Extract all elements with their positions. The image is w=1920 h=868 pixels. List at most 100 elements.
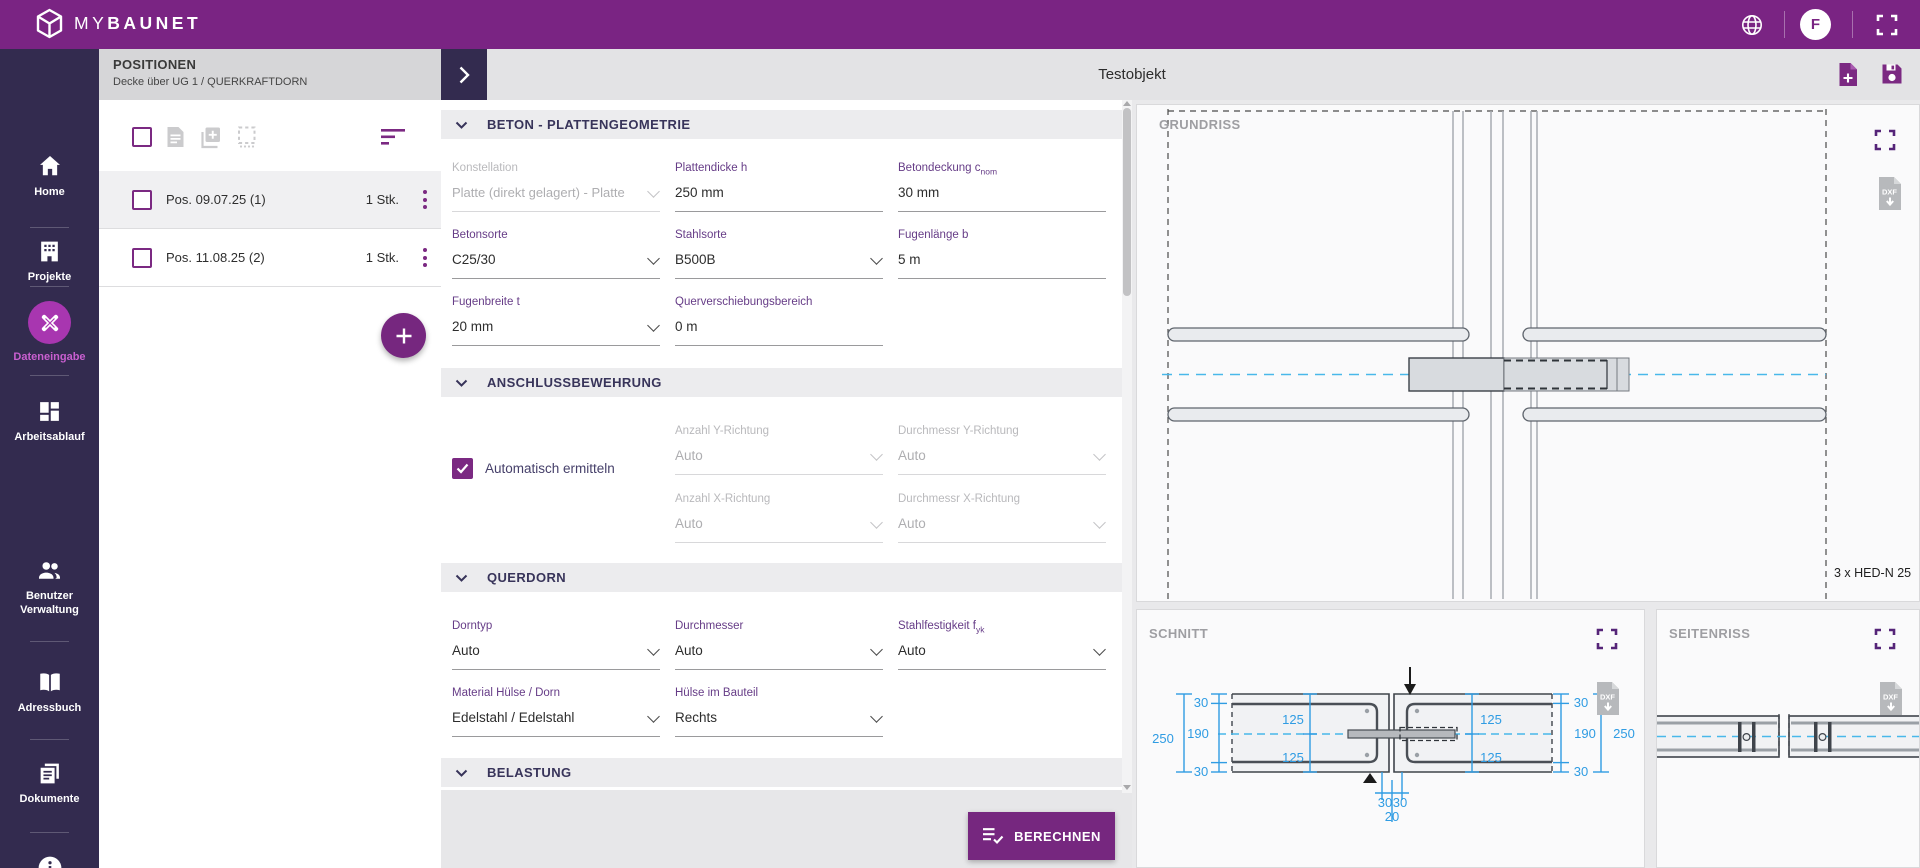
row-menu-icon[interactable] (423, 190, 427, 209)
sidebar-item-label: Arbeitsablauf (8, 431, 90, 445)
section-header-anschlussbewehrung[interactable]: ANSCHLUSSBEWEHRUNG (441, 368, 1122, 397)
chevron-down-icon (455, 379, 468, 387)
stahlfestigkeit-select[interactable]: Auto (898, 643, 1106, 670)
konstellation-select[interactable]: Platte (direkt gelagert) - Platte (452, 185, 660, 212)
automatisch-ermitteln-checkbox[interactable] (452, 458, 473, 479)
sidebar-item-label: Projekte (22, 271, 77, 285)
betonsorte-select[interactable]: C25/30 (452, 252, 660, 279)
chevron-down-icon (455, 121, 468, 129)
section-header-querdorn[interactable]: QUERDORN (441, 563, 1122, 592)
field-label: Anzahl X-Richtung (675, 493, 883, 507)
material-select[interactable]: Edelstahl / Edelstahl (452, 710, 660, 737)
dxf-download-icon[interactable]: DXF (1595, 682, 1621, 715)
new-position-icon[interactable] (165, 126, 186, 148)
expand-panel-icon[interactable] (1874, 129, 1896, 151)
row-menu-icon[interactable] (423, 248, 427, 267)
topbar-divider (1784, 11, 1785, 38)
sidebar-item-dateneingabe[interactable]: Dateneingabe (0, 301, 99, 365)
paste-position-icon[interactable] (235, 125, 259, 149)
chevron-down-icon (455, 769, 468, 777)
durchmesser-select[interactable]: Auto (675, 643, 883, 670)
svg-text:30: 30 (1574, 695, 1588, 710)
expand-panel-icon[interactable] (1596, 628, 1618, 650)
topbar-divider (1852, 11, 1853, 38)
field-label: Durchmessr Y-Richtung (898, 425, 1106, 439)
sidebar-item-home[interactable]: Home (0, 153, 99, 200)
svg-text:30: 30 (1194, 764, 1208, 779)
chevron-down-icon (870, 516, 883, 529)
durchmesser-x-select[interactable]: Auto (898, 516, 1106, 543)
add-position-button[interactable] (381, 313, 426, 358)
svg-text:30: 30 (1378, 795, 1392, 810)
input-form-panel: BETON - PLATTENGEOMETRIE Konstellation P… (441, 100, 1132, 868)
position-row[interactable]: Pos. 09.07.25 (1) 1 Stk. (99, 171, 441, 229)
sidebar-divider (30, 375, 69, 376)
duplicate-position-icon[interactable] (199, 126, 222, 149)
field-stahlfestigkeit: Stahlfestigkeit fyk Auto (898, 620, 1106, 670)
fugenbreite-select[interactable]: 20 mm (452, 319, 660, 346)
sidebar-item-projekte[interactable]: Projekte (0, 239, 99, 285)
querverschiebung-input[interactable]: 0 m (675, 319, 883, 346)
sidebar-item-dokumente[interactable]: Dokumente (0, 761, 99, 807)
anzahl-x-select[interactable]: Auto (675, 516, 883, 543)
anzahl-y-select[interactable]: Auto (675, 448, 883, 475)
field-label: Material Hülse / Dorn (452, 687, 660, 701)
schnitt-drawing: 250 30 190 30 30 190 30 250 125 125 125 … (1137, 610, 1644, 867)
select-all-checkbox[interactable] (132, 127, 152, 147)
form-scrollbar[interactable] (1122, 100, 1132, 793)
field-label: Durchmesser (675, 620, 883, 634)
betondeckung-input[interactable]: 30 mm (898, 185, 1106, 212)
expand-panel-icon[interactable] (1874, 628, 1896, 650)
position-row[interactable]: Pos. 11.08.25 (2) 1 Stk. (99, 229, 441, 287)
section-header-belastung[interactable]: BELASTUNG (441, 758, 1122, 787)
svg-text:30: 30 (1393, 795, 1407, 810)
sidebar-item-adressbuch[interactable]: Adressbuch (0, 669, 99, 716)
add-document-icon[interactable] (1836, 62, 1860, 87)
sidebar-item-info[interactable]: Info (0, 855, 99, 868)
dxf-download-icon[interactable]: DXF (1877, 177, 1903, 210)
field-label: Plattendicke h (675, 162, 883, 176)
fugenlaenge-input[interactable]: 5 m (898, 252, 1106, 279)
row-checkbox[interactable] (132, 248, 152, 268)
brand[interactable]: MYBAUNET (36, 8, 201, 39)
form-footer: BERECHNEN (441, 790, 1132, 868)
durchmesser-y-select[interactable]: Auto (898, 448, 1106, 475)
language-globe-icon[interactable] (1741, 14, 1763, 36)
fullscreen-icon[interactable] (1876, 14, 1898, 36)
collapse-positions-button[interactable] (441, 49, 487, 100)
grundriss-drawing: 3 x HED-N 25 (1137, 105, 1919, 601)
scroll-up-arrow-icon[interactable] (1123, 101, 1131, 106)
sidebar-divider (30, 286, 69, 287)
huelse-select[interactable]: Rechts (675, 710, 883, 737)
stahlsorte-select[interactable]: B500B (675, 252, 883, 279)
field-label: Stahlsorte (675, 229, 883, 243)
berechnen-button[interactable]: BERECHNEN (968, 812, 1115, 860)
field-label: Betonsorte (452, 229, 660, 243)
save-icon[interactable] (1880, 62, 1904, 86)
sidebar-item-arbeitsablauf[interactable]: Arbeitsablauf (0, 399, 99, 445)
svg-text:125: 125 (1480, 750, 1502, 765)
sort-icon[interactable] (381, 129, 406, 146)
field-fugenbreite: Fugenbreite t 20 mm (452, 296, 660, 346)
field-anzahl-x: Anzahl X-Richtung Auto (675, 493, 883, 543)
row-checkbox[interactable] (132, 190, 152, 210)
chevron-down-icon (1093, 643, 1106, 656)
sidebar-divider (30, 832, 69, 833)
svg-text:30: 30 (1574, 764, 1588, 779)
positions-panel: POSITIONEN Decke über UG 1 / QUERKRAFTDO… (99, 49, 441, 868)
dxf-download-icon[interactable]: DXF (1878, 682, 1904, 715)
top-bar: MYBAUNET F (0, 0, 1920, 49)
chevron-down-icon (455, 574, 468, 582)
section-header-beton[interactable]: BETON - PLATTENGEOMETRIE (441, 110, 1122, 139)
scroll-down-arrow-icon[interactable] (1123, 785, 1131, 790)
field-label: Konstellation (452, 162, 660, 176)
scrollbar-thumb[interactable] (1123, 108, 1131, 296)
sidebar-item-label: Adressbuch (12, 702, 88, 716)
dorntyp-select[interactable]: Auto (452, 643, 660, 670)
position-quantity: 1 Stk. (366, 250, 399, 265)
sidebar-item-benutzer-verwaltung[interactable]: Benutzer Verwaltung (0, 557, 99, 618)
user-avatar[interactable]: F (1800, 9, 1831, 40)
documents-icon (37, 761, 62, 786)
plattendicke-input[interactable]: 250 mm (675, 185, 883, 212)
section-title: BETON - PLATTENGEOMETRIE (487, 117, 690, 132)
